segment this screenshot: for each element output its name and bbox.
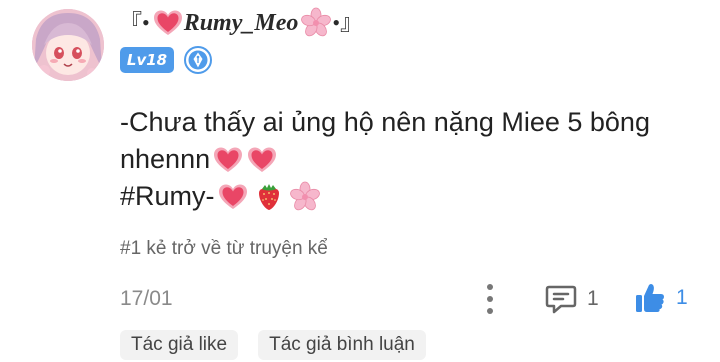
author-liked-tag: Tác giả like: [120, 330, 239, 360]
author-name-text: Rumy_Meo: [183, 10, 299, 36]
sakura-emoji-icon: [300, 7, 332, 39]
heart-emoji-icon: [212, 144, 244, 176]
author-name[interactable]: 『• Rumy_Meo •』: [120, 6, 362, 40]
reply-button[interactable]: 1: [545, 283, 599, 315]
comment-line-1: -Chưa thấy ai ủng hộ nên nặng Miee 5 bôn…: [120, 107, 650, 137]
more-vertical-icon: [487, 284, 493, 314]
comment-line-2-text: nhennn: [120, 144, 211, 174]
reply-count: 1: [587, 287, 599, 310]
author-reaction-tags: Tác giả like Tác giả bình luận: [120, 330, 426, 360]
thumbs-up-icon: [636, 284, 664, 312]
comment-body: -Chưa thấy ai ủng hộ nên nặng Miee 5 bôn…: [120, 104, 700, 215]
comment-line-3-text: #Rumy-: [120, 181, 215, 211]
strawberry-emoji-icon: [253, 181, 285, 213]
comment-line-3: #Rumy-: [120, 178, 700, 215]
sakura-emoji-icon: [289, 181, 321, 213]
level-badge: Lv18: [120, 47, 174, 73]
comment-date: 17/01: [120, 287, 173, 310]
avatar[interactable]: [32, 9, 104, 81]
name-suffix: •』: [332, 10, 363, 35]
more-options-button[interactable]: [478, 282, 502, 316]
author-replied-tag: Tác giả bình luận: [258, 330, 426, 360]
name-prefix: 『•: [120, 10, 150, 35]
heart-emoji-icon: [217, 181, 249, 213]
like-button[interactable]: 1: [634, 281, 688, 315]
heart-emoji-icon: [246, 144, 278, 176]
like-count: 1: [676, 286, 688, 309]
source-story-link[interactable]: #1 kẻ trở về từ truyện kể: [120, 238, 328, 260]
anime-avatar-image: [32, 9, 104, 81]
comment-line-2: nhennn: [120, 141, 700, 178]
comment-icon: [545, 285, 577, 314]
pen-nib-badge-icon: [184, 46, 212, 74]
heart-emoji-icon: [152, 7, 184, 39]
